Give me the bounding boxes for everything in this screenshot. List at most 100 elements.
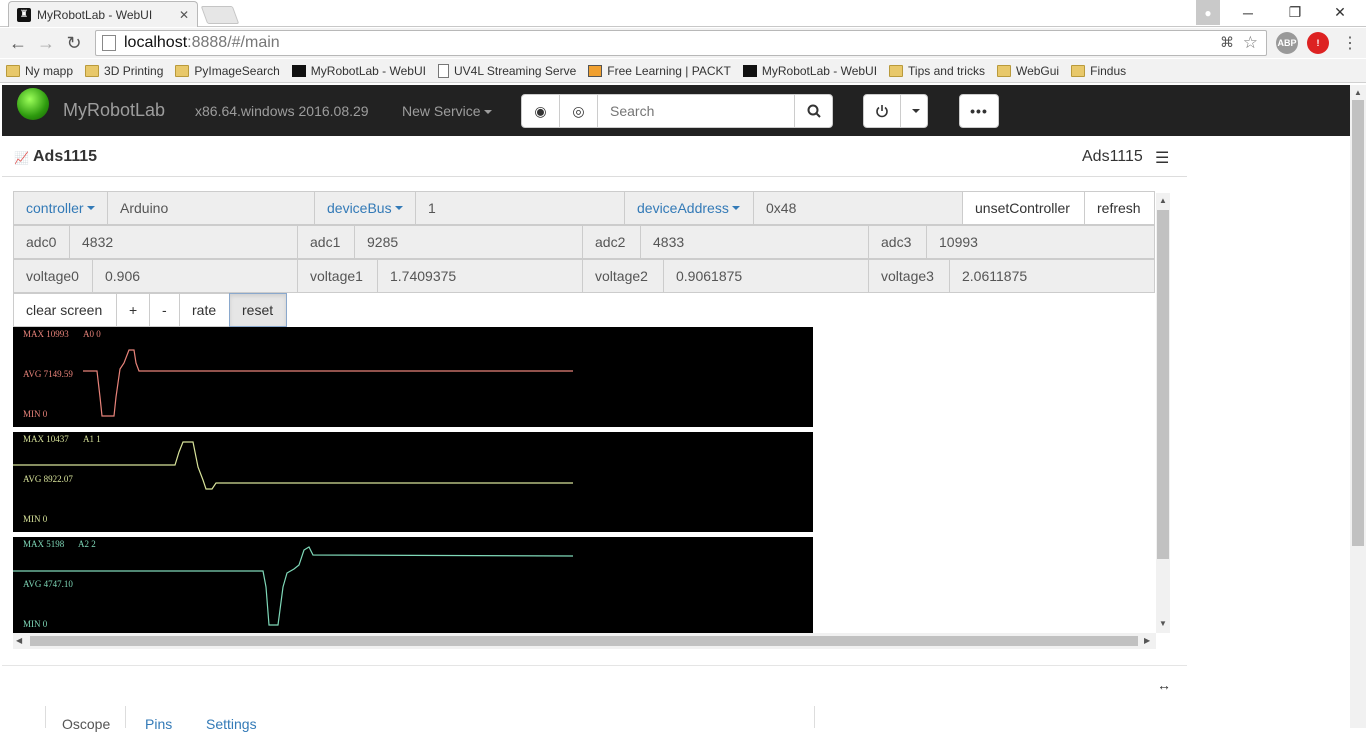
brand-title[interactable]: MyRobotLab: [63, 100, 165, 121]
bookmark-item[interactable]: Ny mapp: [6, 64, 73, 78]
ellipsis-icon: •••: [970, 103, 988, 119]
window-close-button[interactable]: ✕: [1320, 0, 1360, 25]
scroll-left-icon[interactable]: ◀: [16, 636, 22, 645]
scroll-up-icon[interactable]: ▲: [1159, 196, 1167, 205]
folder-icon: [996, 64, 1011, 77]
caret-down-icon: [86, 206, 95, 210]
controller-dropdown[interactable]: controller: [13, 191, 108, 225]
version-label: x86.64.windows 2016.08.29: [195, 103, 369, 119]
oscope-trace-a2: MAX 5198 A2 2 AVG 4747.10 MIN 0: [13, 537, 813, 637]
adc0-value: 4832: [69, 225, 298, 259]
bookmark-item[interactable]: PyImageSearch: [175, 64, 280, 78]
alert-extension-icon[interactable]: !: [1307, 32, 1329, 54]
voltage2-label: voltage2: [582, 259, 664, 293]
scrollbar-thumb[interactable]: [1157, 210, 1169, 559]
bookmark-item[interactable]: Tips and tricks: [889, 64, 985, 78]
deviceaddress-dropdown[interactable]: deviceAddress: [624, 191, 754, 225]
status-led-icon[interactable]: [17, 88, 49, 120]
chrome-menu-icon[interactable]: ⋮: [1336, 29, 1364, 57]
devicebus-value: 1: [415, 191, 625, 225]
tab-oscope[interactable]: Oscope: [46, 706, 126, 732]
bookmark-item[interactable]: MyRobotLab - WebUI: [742, 64, 877, 78]
power-dropdown-toggle[interactable]: [901, 95, 927, 127]
zoom-in-button[interactable]: +: [116, 293, 150, 327]
oscope-trace-a0: MAX 10993 A0 0 AVG 7149.59 MIN 0: [13, 327, 813, 427]
new-tab-button[interactable]: [200, 6, 240, 24]
voltage3-label: voltage3: [868, 259, 950, 293]
hide-eye-button[interactable]: ◉: [522, 95, 560, 127]
bookmark-item[interactable]: Free Learning | PACKT: [588, 64, 731, 78]
bookmark-item[interactable]: 3D Printing: [85, 64, 163, 78]
refresh-button[interactable]: refresh: [1084, 191, 1155, 225]
panel-header: 📈 Ads1115 Ads1115 ☰: [2, 137, 1187, 177]
scroll-right-icon[interactable]: ▶: [1144, 636, 1150, 645]
browser-tab[interactable]: ♜ MyRobotLab - WebUI ✕: [8, 1, 198, 27]
list-icon[interactable]: ☰: [1155, 148, 1169, 168]
line-chart-icon: 📈: [14, 151, 29, 165]
address-bar[interactable]: localhost:8888/#/main ⌘ ☆: [95, 30, 1267, 56]
zoom-out-button[interactable]: -: [149, 293, 180, 327]
page-icon: [102, 35, 116, 51]
restore-button[interactable]: ❐: [1273, 0, 1317, 25]
close-tab-icon[interactable]: ✕: [179, 8, 189, 22]
adblock-icon[interactable]: ABP: [1276, 32, 1298, 54]
tab-settings[interactable]: Settings: [206, 716, 257, 732]
translate-icon[interactable]: ⌘: [1220, 34, 1234, 51]
bookmark-item[interactable]: MyRobotLab - WebUI: [291, 64, 426, 78]
new-service-dropdown[interactable]: New Service: [402, 103, 492, 119]
scrollbar-thumb[interactable]: [30, 636, 1138, 646]
bookmark-item[interactable]: UV4L Streaming Serve: [437, 63, 576, 78]
scrollbar-thumb[interactable]: [1352, 100, 1364, 546]
bookmark-item[interactable]: Findus: [1071, 64, 1126, 78]
panel-vertical-scrollbar[interactable]: ▲ ▼: [1156, 193, 1170, 633]
robot-favicon-icon: [742, 64, 757, 77]
adc1-value: 9285: [354, 225, 583, 259]
devicebus-dropdown[interactable]: deviceBus: [314, 191, 416, 225]
back-arrow-icon[interactable]: ←: [4, 29, 32, 57]
voltage1-label: voltage1: [297, 259, 378, 293]
adc3-label: adc3: [868, 225, 927, 259]
controller-row: controller Arduino deviceBus 1 deviceAdd…: [13, 191, 1155, 225]
bookmarks-bar: Ny mapp 3D Printing PyImageSearch MyRobo…: [0, 59, 1366, 83]
power-button[interactable]: [864, 95, 902, 127]
scroll-down-icon[interactable]: ▼: [1159, 619, 1167, 628]
forward-arrow-icon[interactable]: →: [32, 29, 60, 57]
reset-button[interactable]: reset: [229, 293, 287, 327]
url-path: :8888/#/main: [187, 34, 280, 51]
search-button[interactable]: [794, 95, 832, 127]
minimize-button[interactable]: ─: [1228, 0, 1268, 25]
caret-down-icon: [394, 206, 403, 210]
bookmark-item[interactable]: WebGui: [996, 64, 1059, 78]
scroll-up-icon[interactable]: ▲: [1354, 88, 1362, 97]
more-menu-button[interactable]: •••: [959, 94, 999, 128]
unset-controller-button[interactable]: unsetController: [962, 191, 1085, 225]
browser-tabstrip: ♜ MyRobotLab - WebUI ✕ ● ─ ❐ ✕: [0, 0, 1366, 27]
adc0-label: adc0: [13, 225, 70, 259]
controller-value: Arduino: [107, 191, 315, 225]
bookmark-star-icon[interactable]: ☆: [1243, 33, 1258, 53]
packt-favicon-icon: [588, 64, 603, 77]
oscope-trace-a1: MAX 10437 A1 1 AVG 8922.07 MIN 0: [13, 432, 813, 532]
resize-horizontal-icon[interactable]: ↔: [1157, 677, 1171, 693]
folder-icon: [1071, 64, 1086, 77]
scope-toolbar: clear screen + - rate reset: [13, 293, 287, 327]
folder-icon: [6, 64, 20, 77]
panel-horizontal-scrollbar[interactable]: ◀ ▶: [13, 633, 1156, 649]
voltage-row: voltage0 0.906 voltage1 1.7409375 voltag…: [13, 259, 1155, 293]
reload-icon[interactable]: ↻: [60, 29, 88, 57]
page-vertical-scrollbar[interactable]: ▲: [1350, 85, 1366, 728]
tab-pins[interactable]: Pins: [145, 716, 172, 732]
url-host: localhost: [124, 34, 188, 51]
adc-row: adc0 4832 adc1 9285 adc2 4833 adc3 10993: [13, 225, 1155, 259]
panel-footer-divider: [2, 665, 1187, 666]
profile-icon[interactable]: ●: [1196, 0, 1220, 25]
clear-screen-button[interactable]: clear screen: [13, 293, 117, 327]
show-eye-button[interactable]: ◎: [560, 95, 598, 127]
search-input[interactable]: [598, 95, 794, 127]
rate-button[interactable]: rate: [179, 293, 230, 327]
eye-icon: ◎: [572, 102, 585, 119]
robot-favicon-icon: [291, 64, 306, 77]
adc3-value: 10993: [926, 225, 1155, 259]
panel-title: Ads1115: [33, 148, 98, 165]
tab-title: MyRobotLab - WebUI: [37, 7, 153, 22]
